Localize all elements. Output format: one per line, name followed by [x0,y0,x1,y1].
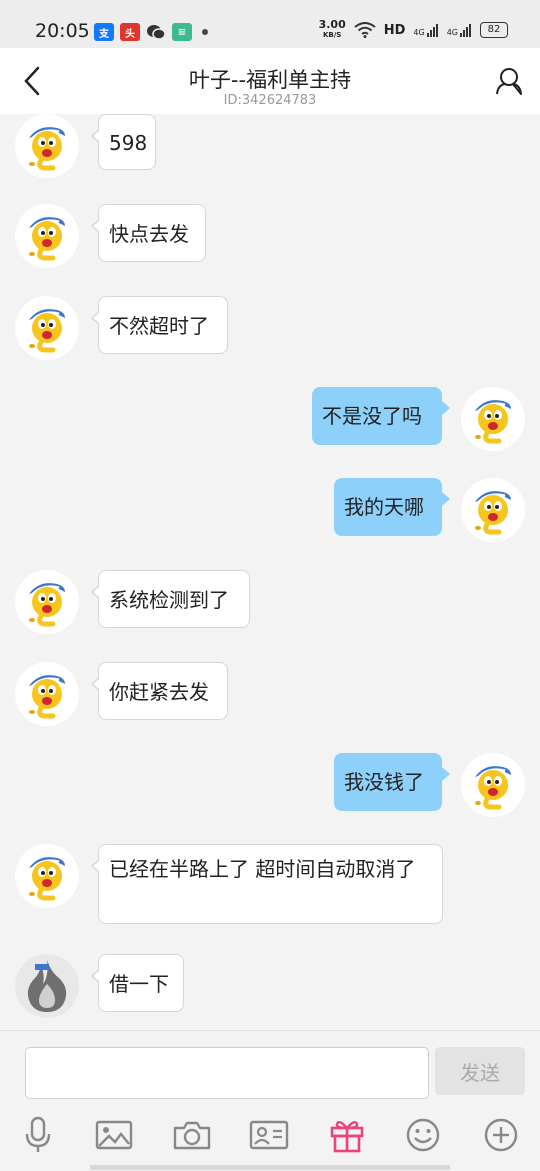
app-icon: ≡ [172,23,192,41]
message-input[interactable] [25,1047,429,1099]
notification-icons: 支 头 ≡ [94,23,208,41]
nav-gesture-bar [90,1165,450,1170]
incoming-message-bubble[interactable]: 系统检测到了 [91,570,250,628]
microphone-icon[interactable] [16,1113,60,1157]
flame-avatar[interactable] [15,954,79,1018]
battery-indicator: 82 [480,22,508,38]
chat-header: 叶子--福利单主持 ID:342624783 [0,48,540,114]
send-button[interactable]: 发送 [435,1047,525,1095]
emoji-icon[interactable] [401,1113,445,1157]
contact-card-icon[interactable] [247,1113,291,1157]
user-avatar[interactable] [15,114,79,178]
alipay-icon: 支 [94,23,114,41]
incoming-message-bubble[interactable]: 你赶紧去发 [91,662,228,720]
gift-icon[interactable] [325,1113,369,1157]
wechat-icon [146,23,166,41]
plus-icon[interactable] [479,1113,523,1157]
network-speed: 3.00 KB/S [319,19,346,40]
status-indicators: 3.00 KB/S HD 4G 4G 82 [319,19,508,40]
status-bar: 20:05 支 头 ≡ 3.00 KB/S HD 4G 4G 82 [0,0,540,48]
wifi-icon [354,22,376,38]
camera-icon[interactable] [170,1113,214,1157]
toolbar [0,1113,540,1157]
input-bar: 发送 [0,1030,540,1171]
outgoing-message-bubble[interactable]: 我没钱了 [334,753,450,811]
chat-title: 叶子--福利单主持 [188,68,352,92]
user-avatar[interactable] [15,570,79,634]
incoming-message-bubble[interactable]: 不然超时了 [91,296,228,354]
user-avatar[interactable] [15,296,79,360]
toutiao-icon: 头 [120,23,140,41]
user-avatar[interactable] [461,753,525,817]
user-avatar[interactable] [15,662,79,726]
signal-1-label: 4G [413,28,425,37]
incoming-message-bubble[interactable]: 快点去发 [91,204,206,262]
signal-2-icon: 4G [447,23,472,37]
incoming-message-bubble[interactable]: 已经在半路上了 超时间自动取消了 [91,844,443,924]
signal-2-label: 4G [446,28,458,37]
message-list[interactable]: 598 快点去发不然超时了不是没了吗我的天哪系统检测到了 你赶紧去发我没钱了已经在半… [0,114,540,1030]
incoming-message-bubble[interactable]: 598 [91,114,156,170]
outgoing-message-bubble[interactable]: 我的天哪 [334,478,450,536]
outgoing-message-bubble[interactable]: 不是没了吗 [312,387,450,445]
signal-1-icon: 4G [413,23,438,37]
user-avatar[interactable] [461,478,525,542]
user-avatar[interactable] [15,844,79,908]
chat-subtitle: ID:342624783 [223,93,317,108]
user-avatar[interactable] [15,204,79,268]
hd-indicator: HD [383,22,406,38]
incoming-message-bubble[interactable]: 借一下 [91,954,184,1012]
user-avatar[interactable] [461,387,525,451]
profile-icon[interactable] [494,66,524,96]
more-notifications-dot [202,29,208,35]
status-time: 20:05 [35,20,90,42]
network-speed-unit: KB/S [322,31,342,39]
image-icon[interactable] [92,1113,136,1157]
